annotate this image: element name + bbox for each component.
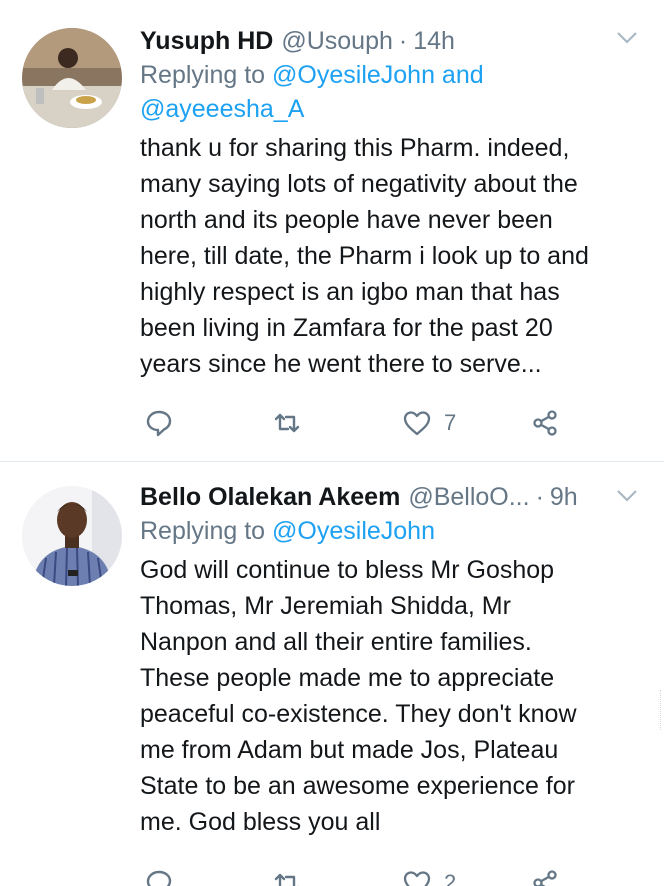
tweet-actions: 7 bbox=[140, 405, 580, 441]
scroll-indicator bbox=[660, 690, 664, 730]
like-count: 7 bbox=[444, 410, 457, 435]
tweet-actions: 2 bbox=[140, 865, 580, 886]
avatar[interactable] bbox=[22, 486, 122, 586]
reply-icon bbox=[146, 410, 172, 437]
share-icon bbox=[533, 410, 557, 436]
separator-dot: · bbox=[535, 483, 544, 511]
replying-to-label: Replying to bbox=[140, 61, 266, 89]
author-handle[interactable]: @Usouph bbox=[281, 24, 393, 58]
retweet-button[interactable] bbox=[272, 865, 302, 886]
separator-dot: · bbox=[398, 27, 408, 55]
avatar[interactable] bbox=[22, 28, 122, 128]
author-handle[interactable]: @BelloO... bbox=[408, 480, 529, 514]
share-button[interactable] bbox=[530, 405, 560, 441]
chevron-down-icon[interactable] bbox=[616, 30, 638, 46]
author-name[interactable]: Yusuph HD bbox=[140, 24, 273, 58]
author-name[interactable]: Bello Olalekan Akeem bbox=[140, 480, 400, 514]
replying-to: Replying to @OyesileJohn bbox=[140, 514, 644, 548]
like-button[interactable]: 2 bbox=[402, 865, 456, 886]
retweet-icon bbox=[274, 413, 300, 433]
like-count: 2 bbox=[444, 870, 457, 886]
chevron-down-icon[interactable] bbox=[616, 488, 638, 504]
reply-icon bbox=[146, 870, 172, 886]
retweet-icon bbox=[274, 873, 299, 886]
reply-button[interactable] bbox=[144, 405, 174, 441]
tweet-text: God will continue to bless Mr Goshop Tho… bbox=[140, 556, 577, 836]
like-button[interactable]: 7 bbox=[402, 405, 456, 441]
retweet-button[interactable] bbox=[272, 405, 302, 441]
timestamp[interactable]: 9h bbox=[550, 480, 578, 514]
timestamp[interactable]: 14h bbox=[413, 24, 455, 58]
reply-mentions[interactable]: @OyesileJohn bbox=[272, 517, 435, 545]
share-button[interactable] bbox=[530, 865, 560, 886]
replying-to-label: Replying to bbox=[140, 517, 266, 545]
like-icon bbox=[403, 871, 431, 886]
like-icon bbox=[403, 411, 431, 436]
share-icon bbox=[533, 870, 557, 886]
replying-to: Replying to @OyesileJohn and @ayeeesha_A bbox=[140, 58, 644, 126]
tweet[interactable]: Bello Olalekan Akeem @BelloO... · 9h Rep… bbox=[0, 461, 664, 886]
tweet[interactable]: Yusuph HD @Usouph · 14h Replying to @Oye… bbox=[0, 0, 664, 461]
reply-button[interactable] bbox=[144, 865, 174, 886]
tweet-text: thank u for sharing this Pharm. indeed, … bbox=[140, 134, 589, 378]
